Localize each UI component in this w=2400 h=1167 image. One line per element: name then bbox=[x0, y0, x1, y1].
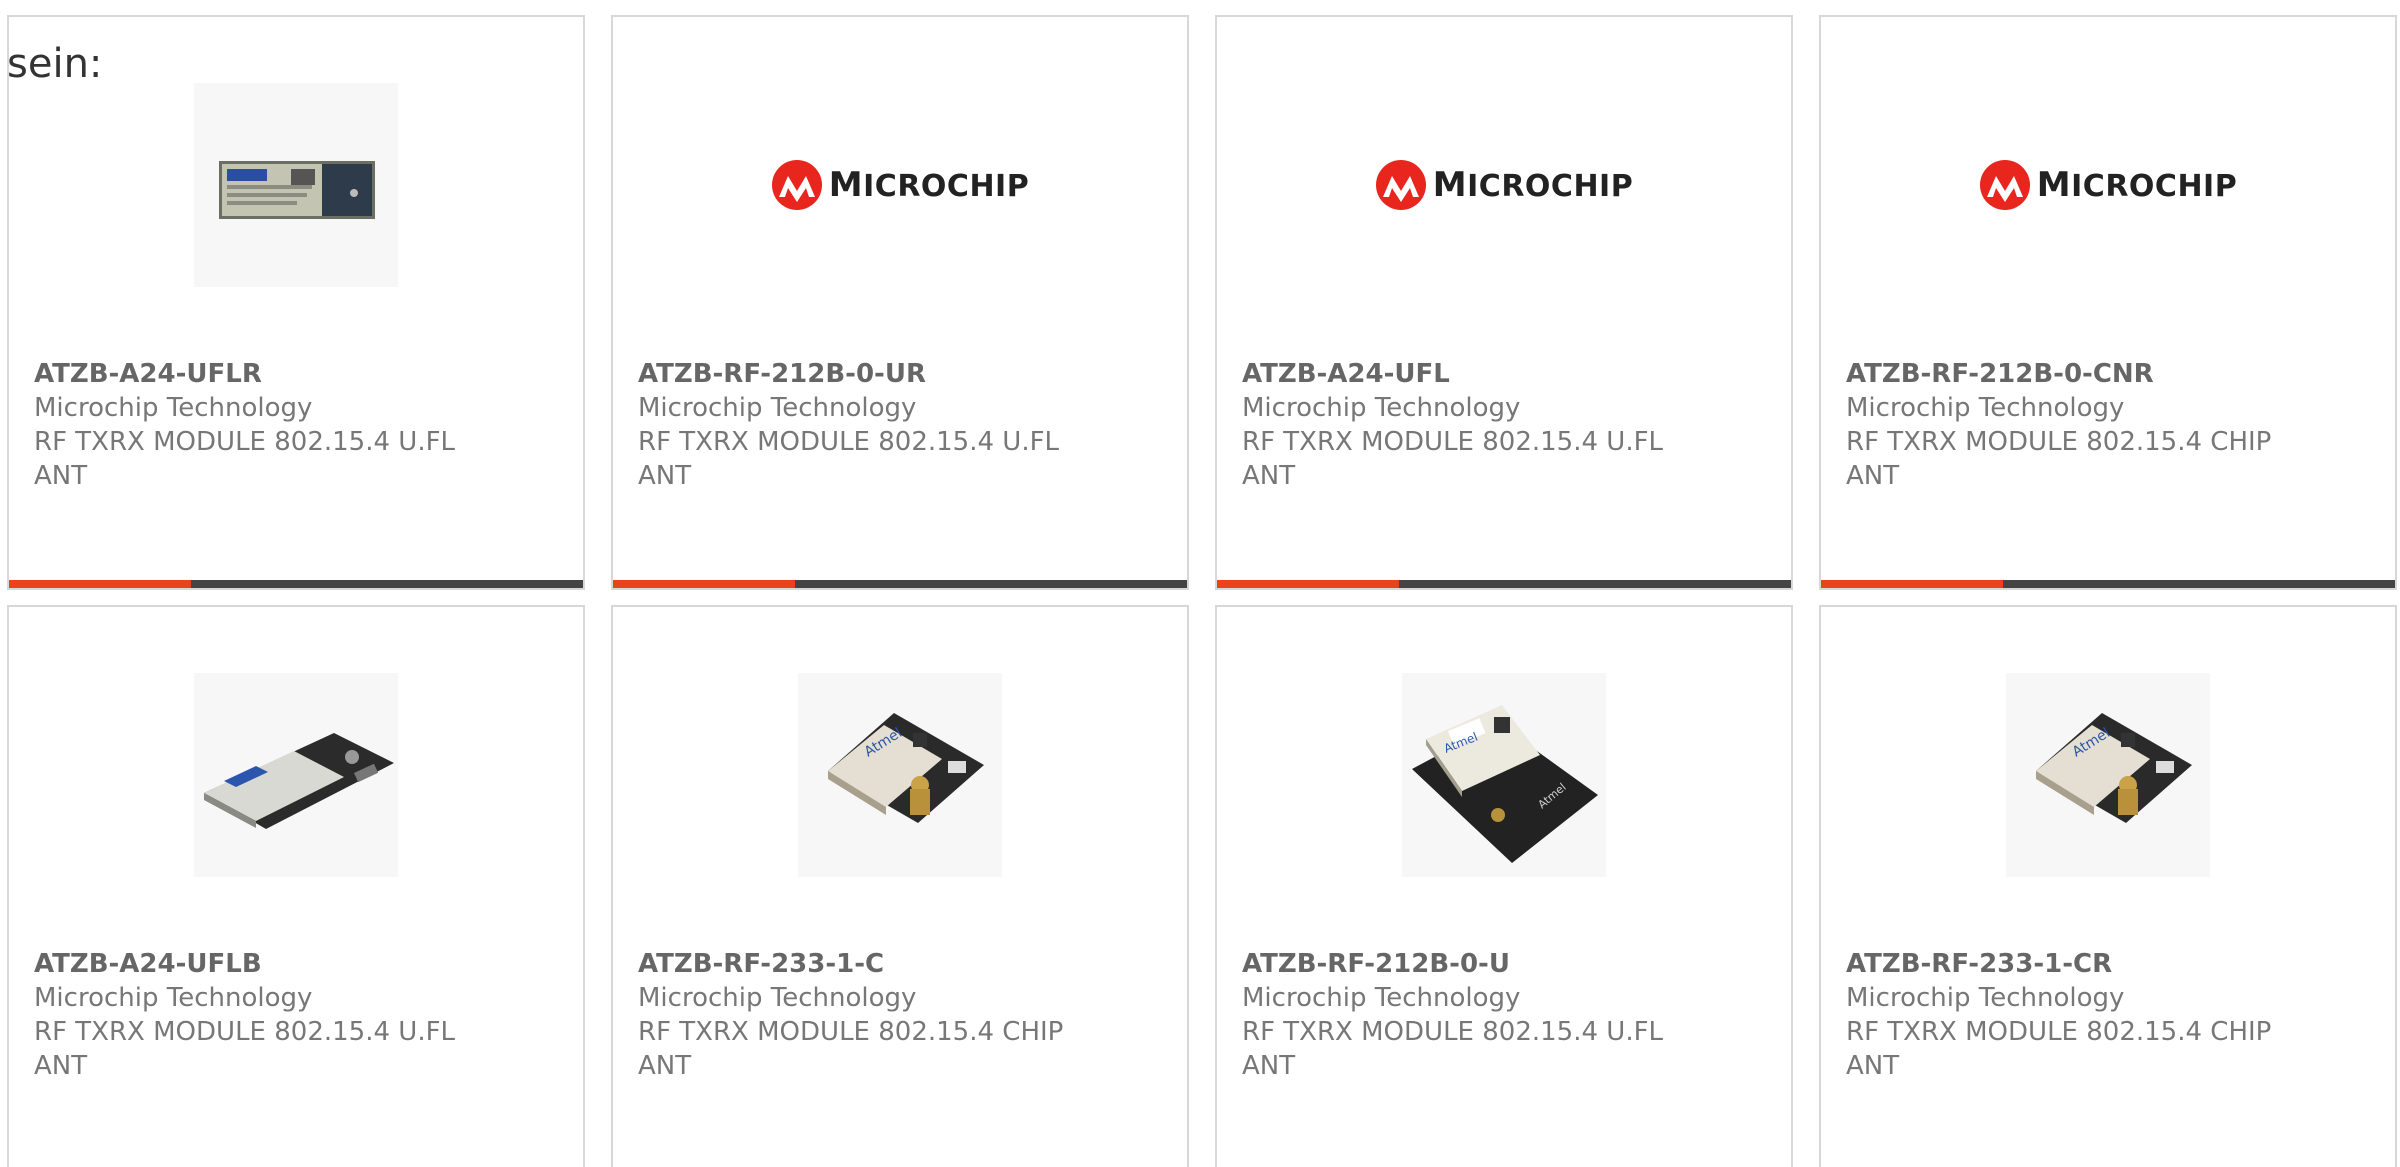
product-card[interactable]: MICROCHIP ATZB-RF-212B-0-UR Microchip Te… bbox=[611, 15, 1189, 590]
microchip-logo: MICROCHIP bbox=[1375, 159, 1633, 211]
module-connector-photo-icon: Atmel bbox=[2006, 673, 2210, 877]
product-image[interactable]: Atmel Atmel bbox=[1217, 673, 1791, 877]
part-number-link[interactable]: ATZB-RF-212B-0-CNR bbox=[1846, 357, 2306, 391]
microchip-logo-icon bbox=[1979, 160, 2030, 210]
part-number-link[interactable]: ATZB-RF-233-1-C bbox=[638, 947, 1098, 981]
part-number-link[interactable]: ATZB-A24-UFLB bbox=[34, 947, 494, 981]
product-info: ATZB-RF-233-1-C Microchip Technology RF … bbox=[638, 947, 1098, 1083]
product-info: ATZB-RF-212B-0-UR Microchip Technology R… bbox=[638, 357, 1098, 493]
product-image[interactable] bbox=[9, 673, 583, 877]
part-number-link[interactable]: ATZB-RF-233-1-CR bbox=[1846, 947, 2306, 981]
module-pcb-photo-icon: Atmel Atmel bbox=[1402, 673, 1606, 877]
product-info: ATZB-A24-UFLR Microchip Technology RF TX… bbox=[34, 357, 494, 493]
card-accent-bar bbox=[1217, 580, 1399, 588]
card-bottom-bar bbox=[1217, 580, 1791, 588]
product-card[interactable]: Atmel ATZB-RF-233-1-C Microchip Technolo… bbox=[611, 605, 1189, 1167]
description: RF TXRX MODULE 802.15.4 CHIP ANT bbox=[1846, 427, 2272, 491]
logo-wordmark: MICROCHIP bbox=[2036, 165, 2238, 205]
product-card[interactable]: ATZB-A24-UFLR Microchip Technology RF TX… bbox=[7, 15, 585, 590]
card-bottom-bar bbox=[613, 580, 1187, 588]
manufacturer: Microchip Technology bbox=[638, 393, 917, 423]
product-image[interactable]: MICROCHIP bbox=[1821, 83, 2395, 287]
microchip-logo-icon bbox=[771, 160, 822, 210]
part-number-link[interactable]: ATZB-RF-212B-0-U bbox=[1242, 947, 1702, 981]
manufacturer: Microchip Technology bbox=[1846, 983, 2125, 1013]
card-accent-bar bbox=[1821, 580, 2003, 588]
part-number-link[interactable]: ATZB-RF-212B-0-UR bbox=[638, 357, 1098, 391]
product-image[interactable]: MICROCHIP bbox=[1217, 83, 1791, 287]
card-accent-bar bbox=[613, 580, 795, 588]
product-grid-page: sein: ATZB-A24-UFLR Microchip Technology… bbox=[0, 0, 2400, 1167]
manufacturer: Microchip Technology bbox=[1242, 983, 1521, 1013]
product-card[interactable]: MICROCHIP ATZB-A24-UFL Microchip Technol… bbox=[1215, 15, 1793, 590]
microchip-logo-icon bbox=[1375, 160, 1426, 210]
description: RF TXRX MODULE 802.15.4 CHIP ANT bbox=[638, 1017, 1064, 1081]
card-accent-bar bbox=[9, 580, 191, 588]
module-connector-photo-icon: Atmel bbox=[798, 673, 1002, 877]
product-info: ATZB-A24-UFL Microchip Technology RF TXR… bbox=[1242, 357, 1702, 493]
product-image[interactable]: Atmel bbox=[1821, 673, 2395, 877]
description: RF TXRX MODULE 802.15.4 U.FL ANT bbox=[34, 427, 456, 491]
manufacturer: Microchip Technology bbox=[1846, 393, 2125, 423]
intro-text: sein: bbox=[7, 41, 103, 87]
description: RF TXRX MODULE 802.15.4 U.FL ANT bbox=[1242, 427, 1664, 491]
module-angled-photo-icon bbox=[194, 673, 398, 877]
logo-wordmark: MICROCHIP bbox=[1432, 165, 1634, 205]
part-number-link[interactable]: ATZB-A24-UFL bbox=[1242, 357, 1702, 391]
card-bottom-bar bbox=[9, 580, 583, 588]
product-info: ATZB-RF-233-1-CR Microchip Technology RF… bbox=[1846, 947, 2306, 1083]
product-card[interactable]: Atmel ATZB-RF-233-1-CR Microchip Technol… bbox=[1819, 605, 2397, 1167]
product-image[interactable]: MICROCHIP bbox=[613, 83, 1187, 287]
product-image[interactable]: Atmel bbox=[613, 673, 1187, 877]
manufacturer: Microchip Technology bbox=[34, 393, 313, 423]
manufacturer: Microchip Technology bbox=[1242, 393, 1521, 423]
description: RF TXRX MODULE 802.15.4 CHIP ANT bbox=[1846, 1017, 2272, 1081]
product-info: ATZB-RF-212B-0-U Microchip Technology RF… bbox=[1242, 947, 1702, 1083]
logo-wordmark: MICROCHIP bbox=[828, 165, 1030, 205]
description: RF TXRX MODULE 802.15.4 U.FL ANT bbox=[638, 427, 1060, 491]
product-card[interactable]: ATZB-A24-UFLB Microchip Technology RF TX… bbox=[7, 605, 585, 1167]
manufacturer: Microchip Technology bbox=[34, 983, 313, 1013]
product-info: ATZB-RF-212B-0-CNR Microchip Technology … bbox=[1846, 357, 2306, 493]
description: RF TXRX MODULE 802.15.4 U.FL ANT bbox=[34, 1017, 456, 1081]
product-image[interactable] bbox=[9, 83, 583, 287]
manufacturer: Microchip Technology bbox=[638, 983, 917, 1013]
product-info: ATZB-A24-UFLB Microchip Technology RF TX… bbox=[34, 947, 494, 1083]
card-bottom-bar bbox=[1821, 580, 2395, 588]
module-flat-photo-icon bbox=[194, 83, 398, 287]
microchip-logo: MICROCHIP bbox=[771, 159, 1029, 211]
part-number-link[interactable]: ATZB-A24-UFLR bbox=[34, 357, 494, 391]
product-card[interactable]: MICROCHIP ATZB-RF-212B-0-CNR Microchip T… bbox=[1819, 15, 2397, 590]
product-card[interactable]: Atmel Atmel ATZB-RF-212B-0-U Microchip T… bbox=[1215, 605, 1793, 1167]
description: RF TXRX MODULE 802.15.4 U.FL ANT bbox=[1242, 1017, 1664, 1081]
microchip-logo: MICROCHIP bbox=[1979, 159, 2237, 211]
